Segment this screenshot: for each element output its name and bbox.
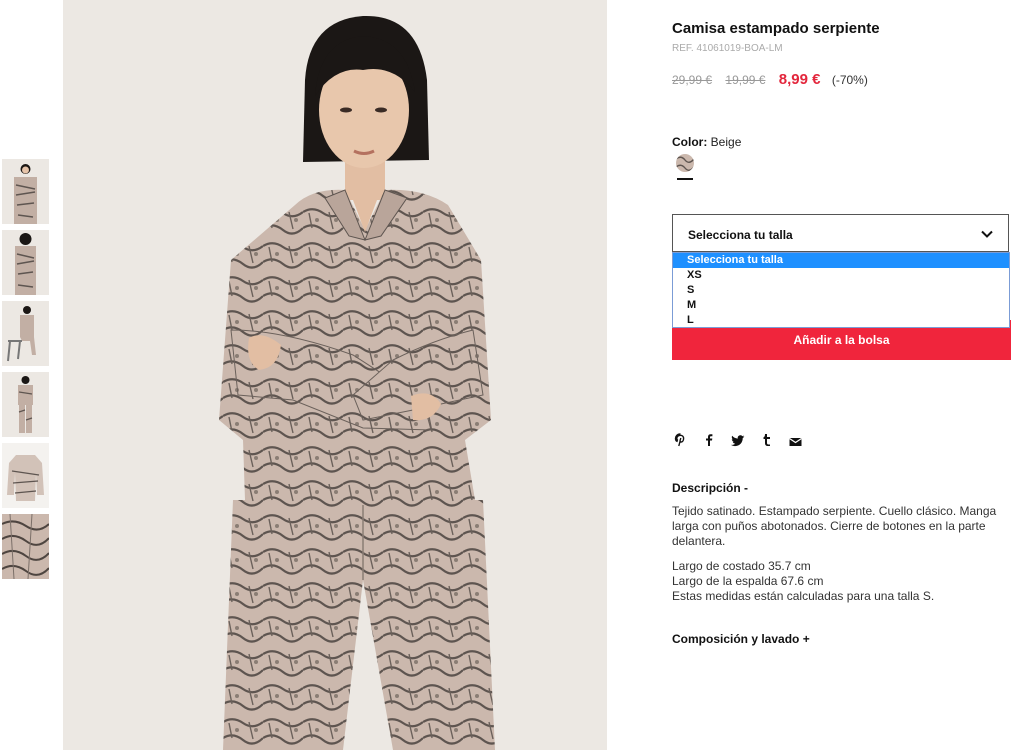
thumbnail-seated-view[interactable] — [2, 301, 49, 366]
measurement-back-length: Largo de la espalda 67.6 cm — [672, 574, 824, 588]
add-to-bag-label: Añadir a la bolsa — [793, 333, 890, 347]
thumbnail-back-view[interactable] — [2, 230, 49, 295]
sale-price: 8,99 € — [778, 71, 821, 88]
color-swatch-beige[interactable] — [676, 154, 694, 172]
tumblr-icon[interactable] — [762, 433, 771, 450]
product-reference: REF. 41061019-BOA-LM — [672, 43, 783, 54]
size-option-placeholder[interactable]: Selecciona tu talla — [673, 253, 1009, 268]
previous-price: 19,99 € — [725, 73, 766, 87]
thumbnail-flat-lay[interactable] — [2, 443, 49, 508]
facebook-icon[interactable] — [704, 433, 713, 450]
color-value: Beige — [710, 135, 742, 149]
size-dropdown-list: Selecciona tu talla XS S M L — [672, 252, 1010, 328]
price-row: 29,99 € 19,99 € 8,99 € (-70%) — [672, 71, 868, 88]
color-label: Color: — [672, 135, 708, 149]
size-select-value: Selecciona tu talla — [688, 228, 793, 242]
product-title: Camisa estampado serpiente — [672, 20, 880, 37]
size-select[interactable]: Selecciona tu talla — [672, 214, 1009, 252]
size-option-l[interactable]: L — [673, 313, 1009, 328]
size-option-m[interactable]: M — [673, 298, 1009, 313]
twitter-icon[interactable] — [730, 434, 745, 450]
composition-heading[interactable]: Composición y lavado + — [672, 632, 810, 646]
color-label-row: Color: Beige — [672, 135, 741, 149]
size-option-xs[interactable]: XS — [673, 268, 1009, 283]
measurements: Largo de costado 35.7 cm Largo de la esp… — [672, 559, 1007, 604]
size-option-s[interactable]: S — [673, 283, 1009, 298]
original-price: 29,99 € — [672, 73, 713, 87]
discount-badge: (-70%) — [831, 73, 868, 87]
email-icon[interactable] — [788, 434, 802, 450]
thumbnail-full-length-view[interactable] — [2, 372, 49, 437]
thumbnail-front-view[interactable] — [2, 159, 49, 224]
measurement-side-length: Largo de costado 35.7 cm — [672, 559, 811, 573]
measurement-size-note: Estas medidas están calculadas para una … — [672, 589, 935, 603]
swatch-selected-indicator — [677, 178, 693, 180]
description-text: Tejido satinado. Estampado serpiente. Cu… — [672, 504, 997, 548]
description-heading[interactable]: Descripción - — [672, 481, 748, 495]
chevron-down-icon — [981, 230, 993, 238]
pinterest-icon[interactable] — [674, 433, 687, 450]
social-share-row — [674, 433, 815, 451]
product-main-image[interactable] — [63, 0, 607, 750]
thumbnail-fabric-detail[interactable] — [2, 514, 49, 579]
